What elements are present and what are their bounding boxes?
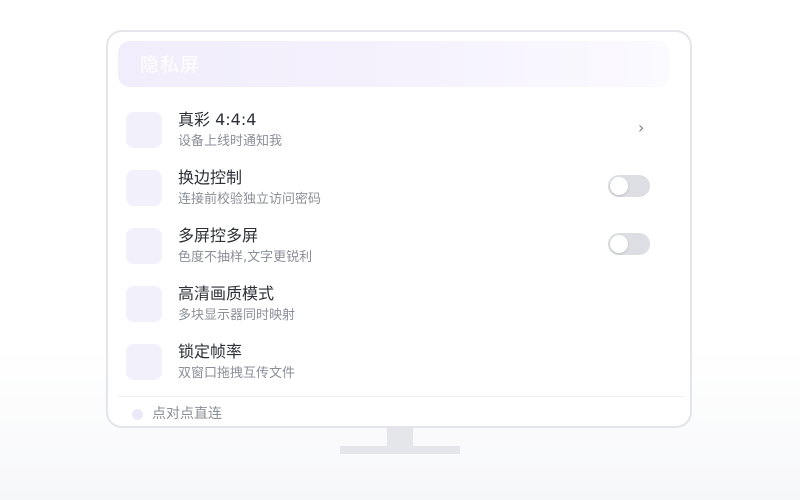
panel-header: 隐私屏 xyxy=(118,41,670,87)
stage: 隐私屏 真彩 4:4:4 设备上线时通知我 › 换边控制 连接前校验独立访问密码… xyxy=(0,0,800,500)
toggle-knob xyxy=(610,177,628,195)
footer-status-text: 点对点直连 xyxy=(152,406,222,422)
monitor-stand-base xyxy=(340,446,460,454)
row-title: 高清画质模式 xyxy=(178,284,275,303)
row-subtitle: 色度不抽样,文字更锐利 xyxy=(178,250,313,265)
row-subtitle: 设备上线时通知我 xyxy=(178,134,283,149)
settings-row-true-color[interactable]: 真彩 4:4:4 设备上线时通知我 › xyxy=(126,110,666,162)
switch-side-toggle[interactable] xyxy=(608,175,650,197)
row-title: 真彩 4:4:4 xyxy=(178,110,257,129)
true-color-icon xyxy=(126,112,162,148)
multi-screen-icon xyxy=(126,228,162,264)
row-subtitle: 连接前校验独立访问密码 xyxy=(178,192,322,207)
monitor-neck xyxy=(387,428,413,446)
settings-row-hd-quality[interactable]: 高清画质模式 多块显示器同时映射 xyxy=(126,284,666,336)
settings-row-lock-framerate[interactable]: 锁定帧率 双窗口拖拽互传文件 xyxy=(126,342,666,394)
monitor-frame: 隐私屏 真彩 4:4:4 设备上线时通知我 › 换边控制 连接前校验独立访问密码… xyxy=(106,30,692,428)
row-title: 锁定帧率 xyxy=(178,342,243,361)
switch-side-icon xyxy=(126,170,162,206)
panel-title: 隐私屏 xyxy=(140,54,201,76)
chevron-right-icon[interactable]: › xyxy=(638,118,644,138)
row-subtitle: 双窗口拖拽互传文件 xyxy=(178,366,296,381)
row-title: 多屏控多屏 xyxy=(178,226,259,245)
row-subtitle: 多块显示器同时映射 xyxy=(178,308,296,323)
toggle-knob xyxy=(610,235,628,253)
settings-row-switch-side: 换边控制 连接前校验独立访问密码 xyxy=(126,168,666,220)
hd-quality-icon xyxy=(126,286,162,322)
lock-framerate-icon xyxy=(126,344,162,380)
multi-screen-toggle[interactable] xyxy=(608,233,650,255)
settings-row-multi-screen: 多屏控多屏 色度不抽样,文字更锐利 xyxy=(126,226,666,278)
footer-divider xyxy=(118,396,684,397)
row-title: 换边控制 xyxy=(178,168,243,187)
status-dot-icon xyxy=(132,409,143,420)
